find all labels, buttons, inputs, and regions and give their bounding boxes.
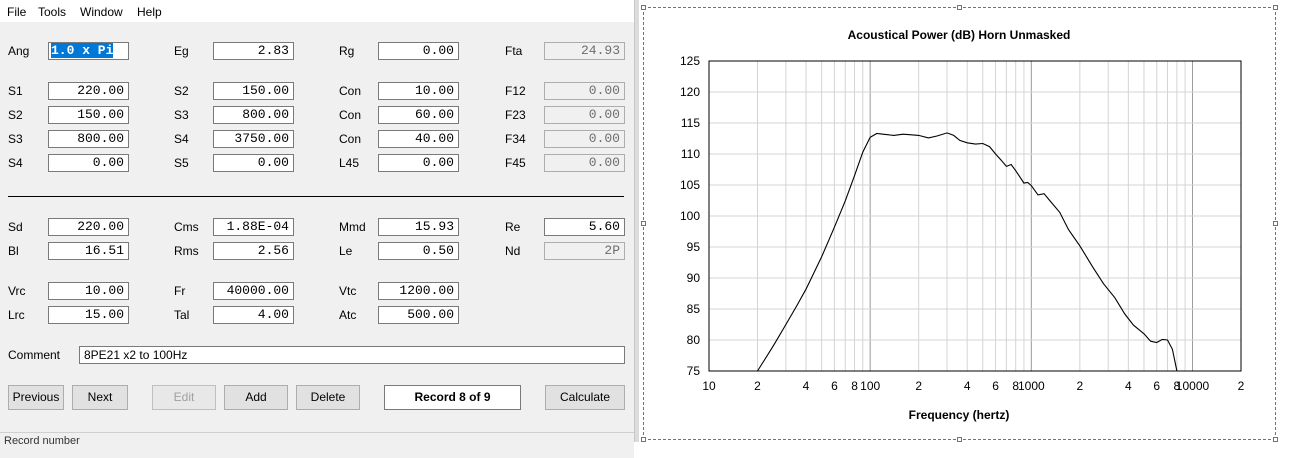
menu-help[interactable]: Help: [137, 5, 162, 19]
lrc-field[interactable]: 15.00: [48, 306, 129, 324]
add-button[interactable]: Add: [224, 385, 288, 410]
status-text: Record number: [4, 435, 80, 447]
chart-selection-frame: [641, 5, 1278, 442]
vrc-label: Vrc: [8, 284, 26, 298]
previous-button[interactable]: Previous: [8, 385, 64, 410]
menu-window[interactable]: Window: [80, 5, 123, 19]
fta-field: 24.93: [544, 42, 625, 60]
resize-handle-nw[interactable]: [641, 5, 646, 10]
s2-left-label: S2: [8, 108, 23, 122]
lrc-label: Lrc: [8, 308, 25, 322]
s4-left-field[interactable]: 0.00: [48, 154, 129, 172]
re-field[interactable]: 5.60: [544, 218, 625, 236]
f34-field: 0.00: [544, 130, 625, 148]
tal-label: Tal: [174, 308, 190, 322]
resize-handle-e[interactable]: [1273, 221, 1278, 226]
nd-field: 2P: [544, 242, 625, 260]
s1-field[interactable]: 220.00: [48, 82, 129, 100]
bl-label: Bl: [8, 244, 19, 258]
mmd-label: Mmd: [339, 220, 366, 234]
comment-label: Comment: [8, 348, 61, 362]
f34-label: F34: [505, 132, 526, 146]
status-bar: Record number: [0, 432, 634, 458]
con3-label: Con: [339, 132, 362, 146]
resize-handle-w[interactable]: [641, 221, 646, 226]
s3-left-field[interactable]: 800.00: [48, 130, 129, 148]
f45-label: F45: [505, 156, 526, 170]
edit-button[interactable]: Edit: [152, 385, 216, 410]
con1-field[interactable]: 10.00: [378, 82, 459, 100]
l45-label: L45: [339, 156, 360, 170]
resize-handle-se[interactable]: [1273, 437, 1278, 442]
f12-field: 0.00: [544, 82, 625, 100]
calculate-button[interactable]: Calculate: [545, 385, 625, 410]
menu-tools[interactable]: Tools: [38, 5, 66, 19]
s4-field[interactable]: 3750.00: [213, 130, 294, 148]
con1-label: Con: [339, 84, 362, 98]
vtc-field[interactable]: 1200.00: [378, 282, 459, 300]
ang-field[interactable]: 1.0 x Pi: [48, 42, 129, 60]
delete-button[interactable]: Delete: [296, 385, 360, 410]
s4-label: S4: [174, 132, 189, 146]
bl-field[interactable]: 16.51: [48, 242, 129, 260]
f23-field: 0.00: [544, 106, 625, 124]
s3-field[interactable]: 800.00: [213, 106, 294, 124]
eg-field[interactable]: 2.83: [213, 42, 294, 60]
form-panel: File Tools Window Help Ang 1.0 x Pi Eg 2…: [0, 0, 634, 458]
fr-label: Fr: [174, 284, 186, 298]
s5-label: S5: [174, 156, 189, 170]
eg-label: Eg: [174, 44, 189, 58]
vrc-field[interactable]: 10.00: [48, 282, 129, 300]
s3-label: S3: [174, 108, 189, 122]
s2-left-field[interactable]: 150.00: [48, 106, 129, 124]
sd-field[interactable]: 220.00: [48, 218, 129, 236]
section-divider: [8, 196, 624, 197]
fta-label: Fta: [505, 44, 523, 58]
nd-label: Nd: [505, 244, 521, 258]
fr-field[interactable]: 40000.00: [213, 282, 294, 300]
rms-field[interactable]: 2.56: [213, 242, 294, 260]
cms-label: Cms: [174, 220, 199, 234]
cms-field[interactable]: 1.88E-04: [213, 218, 294, 236]
con2-field[interactable]: 60.00: [378, 106, 459, 124]
vtc-label: Vtc: [339, 284, 357, 298]
le-label: Le: [339, 244, 353, 258]
comment-field[interactable]: 8PE21 x2 to 100Hz: [79, 346, 625, 364]
next-button[interactable]: Next: [72, 385, 128, 410]
s1-label: S1: [8, 84, 23, 98]
tal-field[interactable]: 4.00: [213, 306, 294, 324]
con3-field[interactable]: 40.00: [378, 130, 459, 148]
resize-handle-s[interactable]: [957, 437, 962, 442]
s2-field[interactable]: 150.00: [213, 82, 294, 100]
l45-field[interactable]: 0.00: [378, 154, 459, 172]
sd-label: Sd: [8, 220, 23, 234]
le-field[interactable]: 0.50: [378, 242, 459, 260]
s2-label: S2: [174, 84, 189, 98]
resize-handle-ne[interactable]: [1273, 5, 1278, 10]
s5-field[interactable]: 0.00: [213, 154, 294, 172]
ang-label: Ang: [8, 44, 30, 58]
s4-left-label: S4: [8, 156, 23, 170]
rg-label: Rg: [339, 44, 355, 58]
mmd-field[interactable]: 15.93: [378, 218, 459, 236]
pane-splitter[interactable]: [634, 0, 639, 442]
f12-label: F12: [505, 84, 526, 98]
menu-file[interactable]: File: [7, 5, 26, 19]
f23-label: F23: [505, 108, 526, 122]
re-label: Re: [505, 220, 521, 234]
rg-field[interactable]: 0.00: [378, 42, 459, 60]
record-indicator: Record 8 of 9: [384, 385, 521, 410]
rms-label: Rms: [174, 244, 199, 258]
f45-field: 0.00: [544, 154, 625, 172]
menu-bar: File Tools Window Help: [0, 0, 634, 22]
atc-label: Atc: [339, 308, 357, 322]
resize-handle-sw[interactable]: [641, 437, 646, 442]
atc-field[interactable]: 500.00: [378, 306, 459, 324]
s3-left-label: S3: [8, 132, 23, 146]
con2-label: Con: [339, 108, 362, 122]
resize-handle-n[interactable]: [957, 5, 962, 10]
